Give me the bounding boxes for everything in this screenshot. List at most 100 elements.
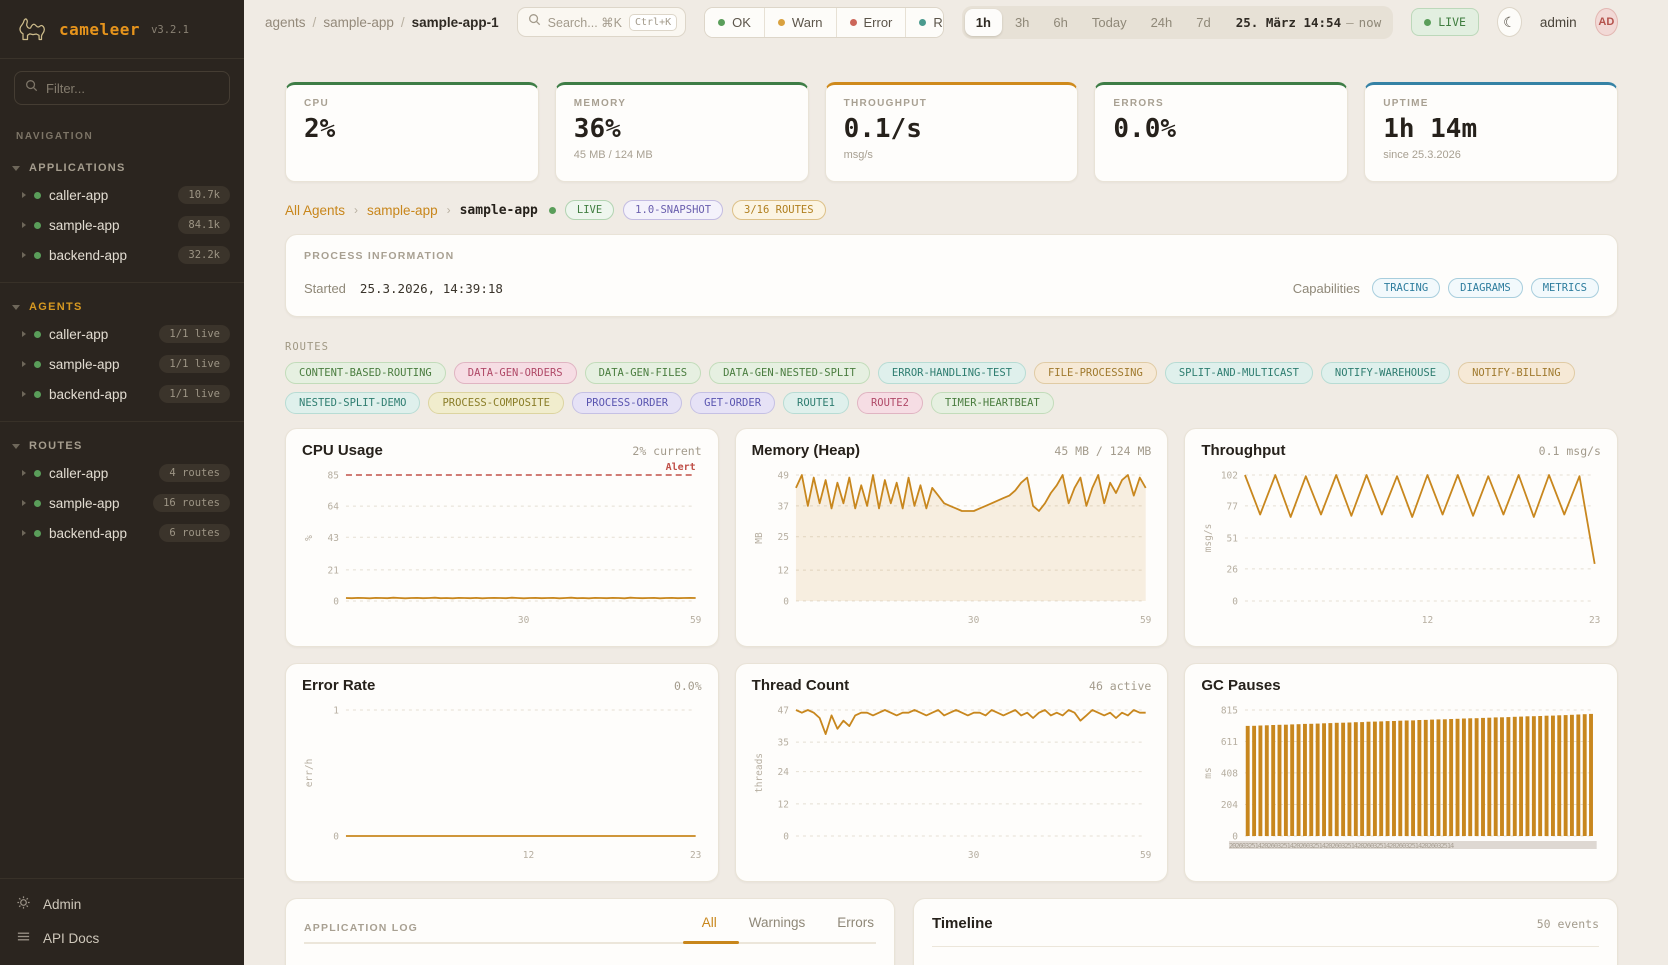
route-tag-content-based-routing[interactable]: CONTENT-BASED-ROUTING [285, 362, 446, 384]
live-dot-icon [1424, 19, 1431, 26]
route-tag-route1[interactable]: ROUTE1 [783, 392, 849, 414]
stat-label: ERRORS [1113, 98, 1329, 109]
chart-title: CPU Usage [302, 442, 383, 459]
agent-link-all-agents[interactable]: All Agents [285, 203, 345, 218]
main-area: agents/sample-app/sample-app-1 Search...… [244, 0, 1668, 965]
chart-header: Throughput0.1 msg/s [1201, 442, 1601, 459]
svg-text:23: 23 [690, 850, 701, 861]
sidebar-item-sample-app[interactable]: sample-app84.1k [0, 210, 244, 240]
chart-header: Memory (Heap)45 MB / 124 MB [752, 442, 1152, 459]
capability-diagrams: DIAGRAMS [1448, 278, 1523, 298]
route-tag-split-and-multicast[interactable]: SPLIT-AND-MULTICAST [1165, 362, 1313, 384]
section-header-agents[interactable]: AGENTS [0, 293, 244, 319]
filter-box[interactable] [14, 71, 230, 105]
sidebar-item-backend-app[interactable]: backend-app1/1 live [0, 379, 244, 409]
sidebar-item-sample-app[interactable]: sample-app1/1 live [0, 349, 244, 379]
date-range[interactable]: 25. März 14:54—now [1236, 15, 1381, 30]
svg-text:102: 102 [1221, 470, 1238, 481]
capability-metrics: METRICS [1531, 278, 1599, 298]
breadcrumb-agents[interactable]: agents [265, 15, 306, 30]
status-dot-icon [34, 252, 41, 259]
log-tab-errors[interactable]: Errors [835, 915, 876, 940]
sidebar-item-backend-app[interactable]: backend-app32.2k [0, 240, 244, 270]
section-header-routes[interactable]: ROUTES [0, 432, 244, 458]
svg-text:err/h: err/h [304, 759, 315, 788]
stat-label: CPU [304, 98, 520, 109]
item-badge: 16 routes [153, 494, 230, 512]
live-badge[interactable]: LIVE [1411, 8, 1479, 36]
time-range-1h[interactable]: 1h [965, 9, 1002, 36]
global-search[interactable]: Search... ⌘K Ctrl+K [517, 7, 686, 37]
chart-plot: 8156114082040202603251420260325142026032… [1201, 696, 1601, 868]
svg-text:0: 0 [783, 596, 789, 607]
route-tag-nested-split-demo[interactable]: NESTED-SPLIT-DEMO [285, 392, 420, 414]
agent-link-sample-app[interactable]: sample-app [367, 203, 438, 218]
item-label: caller-app [49, 466, 108, 481]
item-label: caller-app [49, 327, 108, 342]
avatar[interactable]: AD [1595, 8, 1618, 36]
chevron-right-icon [22, 222, 26, 228]
route-tag-file-processing[interactable]: FILE-PROCESSING [1034, 362, 1157, 384]
item-badge: 10.7k [178, 186, 230, 204]
item-badge: 1/1 live [159, 385, 230, 403]
chart-thread-count: Thread Count46 active4735241203059thread… [735, 663, 1169, 882]
route-tag-process-order[interactable]: PROCESS-ORDER [572, 392, 682, 414]
sidebar-item-backend-app[interactable]: backend-app6 routes [0, 518, 244, 548]
sidebar-item-sample-app[interactable]: sample-app16 routes [0, 488, 244, 518]
application-log-panel: APPLICATION LOG AllWarningsErrors [285, 898, 895, 965]
route-tag-notify-billing[interactable]: NOTIFY-BILLING [1458, 362, 1575, 384]
route-tag-get-order[interactable]: GET-ORDER [690, 392, 775, 414]
time-range-6h[interactable]: 6h [1042, 9, 1078, 36]
svg-text:59: 59 [1140, 615, 1152, 626]
time-range-3h[interactable]: 3h [1004, 9, 1040, 36]
charts-grid: CPU Usage2% current856443210Alert3059%Me… [285, 428, 1618, 882]
status-filter-warn[interactable]: Warn [764, 8, 836, 37]
route-tag-data-gen-orders[interactable]: DATA-GEN-ORDERS [454, 362, 577, 384]
filter-input[interactable] [46, 81, 219, 96]
time-range-24h[interactable]: 24h [1140, 9, 1184, 36]
time-range-7d[interactable]: 7d [1185, 9, 1221, 36]
route-tag-process-composite[interactable]: PROCESS-COMPOSITE [428, 392, 563, 414]
time-range-today[interactable]: Today [1081, 9, 1138, 36]
svg-text:611: 611 [1221, 737, 1238, 748]
route-tag-error-handling-test[interactable]: ERROR-HANDLING-TEST [878, 362, 1026, 384]
route-tag-route2[interactable]: ROUTE2 [857, 392, 923, 414]
logo[interactable]: cameleer v3.2.1 [0, 0, 244, 59]
section-header-applications[interactable]: APPLICATIONS [0, 154, 244, 180]
footer-item-api-docs[interactable]: API Docs [0, 921, 244, 955]
sidebar-item-caller-app[interactable]: caller-app1/1 live [0, 319, 244, 349]
chart-title: Thread Count [752, 677, 850, 694]
svg-text:30: 30 [968, 850, 980, 861]
status-filter-ok[interactable]: OK [705, 8, 764, 37]
status-dot-icon [34, 222, 41, 229]
section-label: AGENTS [29, 301, 83, 313]
svg-text:59: 59 [1140, 850, 1152, 861]
sidebar-item-caller-app[interactable]: caller-app4 routes [0, 458, 244, 488]
route-tag-notify-warehouse[interactable]: NOTIFY-WAREHOUSE [1321, 362, 1450, 384]
sidebar-item-caller-app[interactable]: caller-app10.7k [0, 180, 244, 210]
current-agent: sample-app [460, 203, 538, 218]
svg-text:202603251420260325142026032514: 2026032514202603251420260325142026032514… [1229, 842, 1454, 850]
svg-text:815: 815 [1221, 705, 1238, 716]
status-filter-running[interactable]: Running [905, 8, 943, 37]
route-tag-data-gen-nested-split[interactable]: DATA-GEN-NESTED-SPLIT [709, 362, 870, 384]
breadcrumb: agents/sample-app/sample-app-1 [265, 15, 499, 30]
breadcrumb-sample-app[interactable]: sample-app [323, 15, 394, 30]
log-tab-warnings[interactable]: Warnings [747, 915, 808, 940]
status-filter-error[interactable]: Error [836, 8, 906, 37]
routes-title: ROUTES [285, 341, 1618, 353]
active-tab-indicator [683, 941, 739, 944]
route-tag-timer-heartbeat[interactable]: TIMER-HEARTBEAT [931, 392, 1054, 414]
stat-cards: CPU2%MEMORY36%45 MB / 124 MBTHROUGHPUT0.… [285, 82, 1618, 182]
timeline-title: Timeline [932, 915, 993, 932]
svg-text:204: 204 [1221, 800, 1238, 811]
footer-item-admin[interactable]: Admin [0, 887, 244, 921]
log-tab-all[interactable]: All [700, 915, 719, 940]
svg-text:49: 49 [777, 470, 789, 481]
status-filter-group: OKWarnErrorRunning [704, 7, 944, 38]
nav-section-agents: AGENTScaller-app1/1 livesample-app1/1 li… [0, 282, 244, 421]
dark-mode-toggle[interactable]: ☾ [1497, 7, 1522, 37]
status-dot-icon [34, 361, 41, 368]
stat-label: UPTIME [1383, 98, 1599, 109]
route-tag-data-gen-files[interactable]: DATA-GEN-FILES [585, 362, 702, 384]
